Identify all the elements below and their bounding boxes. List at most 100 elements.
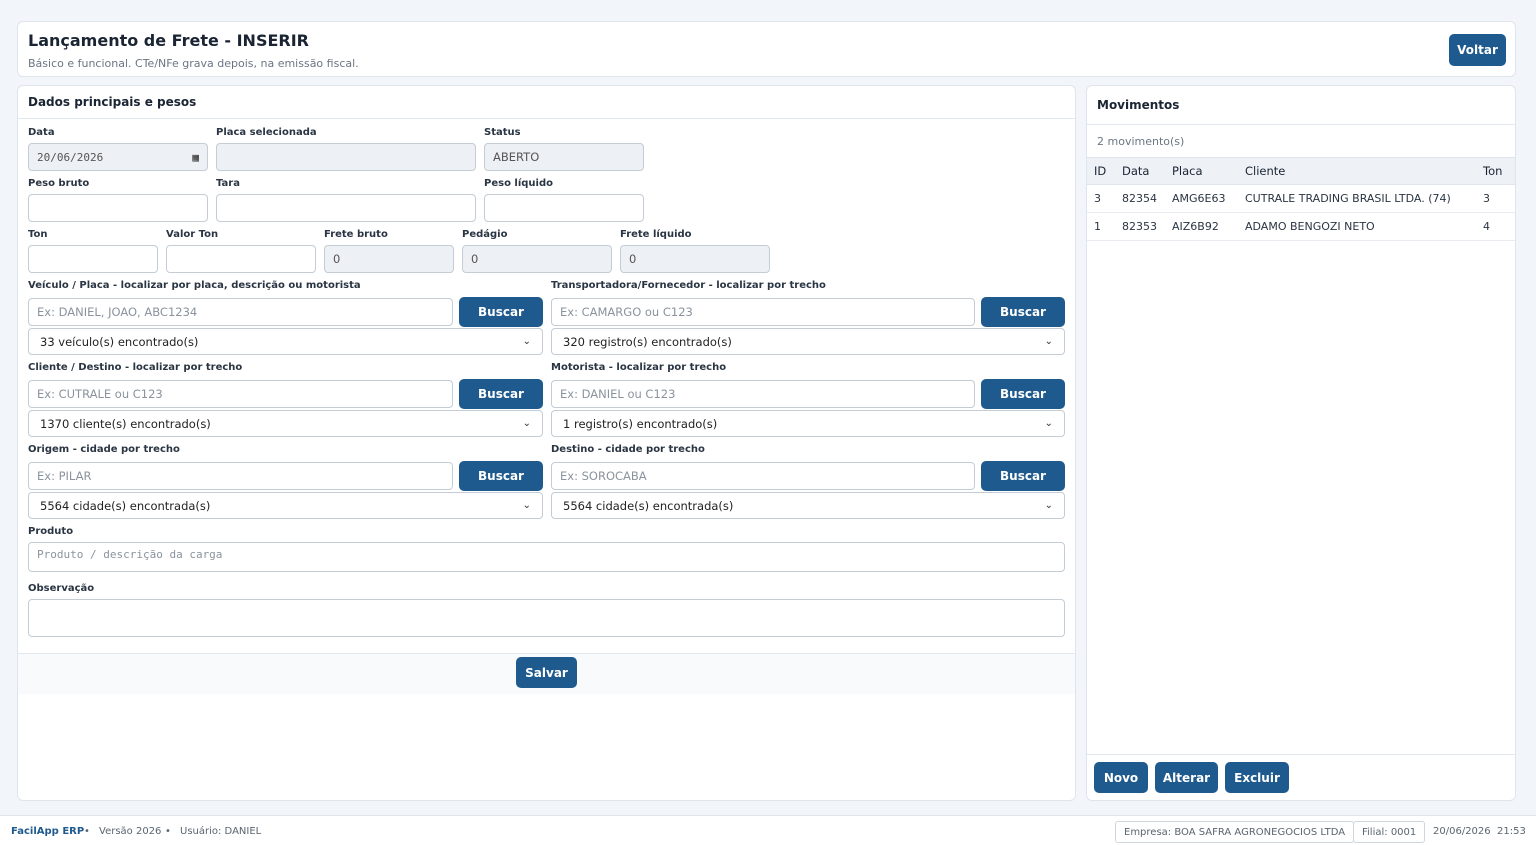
cell-ton: 4 <box>1483 220 1490 233</box>
tara-label: Tara <box>216 178 240 189</box>
page-title: Lançamento de Frete - INSERIR <box>28 31 309 50</box>
column-header-placa[interactable]: Placa <box>1172 158 1203 184</box>
valor-ton-label: Valor Ton <box>166 229 219 240</box>
calendar-icon[interactable]: ▦ <box>192 151 199 164</box>
chevron-down-icon: ⌄ <box>1044 336 1053 347</box>
cliente-select-value: 1370 cliente(s) encontrado(s) <box>40 416 211 431</box>
cliente-label: Cliente / Destino - localizar por trecho <box>28 362 243 373</box>
cell-ton: 3 <box>1483 192 1490 205</box>
motorista-select[interactable]: 1 registro(s) encontrado(s) ⌄ <box>551 410 1065 437</box>
produto-field[interactable]: Produto / descrição da carga <box>28 542 1065 572</box>
divider <box>1087 754 1515 755</box>
placa-selecionada-field[interactable] <box>216 143 476 171</box>
destino-select-value: 5564 cidade(s) encontrada(s) <box>563 498 734 513</box>
observacao-label: Observação <box>28 583 95 594</box>
filial-badge: Filial: 0001 <box>1353 821 1426 843</box>
frete-liquido-field[interactable]: 0 <box>620 245 770 273</box>
peso-bruto-field[interactable] <box>28 194 208 222</box>
pedagio-field[interactable]: 0 <box>462 245 612 273</box>
cell-id: 3 <box>1094 192 1101 205</box>
page-header: Lançamento de Frete - INSERIR Básico e f… <box>17 21 1516 77</box>
motorista-search-input[interactable]: Ex: DANIEL ou C123 <box>551 380 975 408</box>
page-subtitle: Básico e funcional. CTe/NFe grava depois… <box>28 57 359 70</box>
cell-id: 1 <box>1094 220 1101 233</box>
destino-search-button[interactable]: Buscar <box>981 461 1065 491</box>
veiculo-label: Veículo / Placa - localizar por placa, d… <box>28 280 361 291</box>
movimentos-count: 2 movimento(s) <box>1097 135 1185 148</box>
table-row[interactable]: 1 82353 AIZ6B92 ADAMO BENGOZI NETO 4 <box>1087 213 1515 241</box>
cliente-search-input[interactable]: Ex: CUTRALE ou C123 <box>28 380 453 408</box>
data-label: Data <box>28 127 55 138</box>
destino-search-input[interactable]: Ex: SOROCABA <box>551 462 975 490</box>
origem-search-button[interactable]: Buscar <box>459 461 543 491</box>
column-header-cliente[interactable]: Cliente <box>1245 158 1285 184</box>
section-title: Dados principais e pesos <box>28 95 197 109</box>
chevron-down-icon: ⌄ <box>1044 500 1053 511</box>
app-version: Versão 2026 <box>99 826 162 837</box>
chevron-down-icon: ⌄ <box>522 418 531 429</box>
status-bar: FacilApp ERP • Versão 2026 • Usuário: DA… <box>0 815 1536 845</box>
novo-button[interactable]: Novo <box>1094 762 1148 793</box>
cliente-select[interactable]: 1370 cliente(s) encontrado(s) ⌄ <box>28 410 543 437</box>
status-label: Status <box>484 127 521 138</box>
column-header-id[interactable]: ID <box>1094 158 1106 184</box>
transportadora-search-button[interactable]: Buscar <box>981 297 1065 327</box>
peso-liquido-field[interactable] <box>484 194 644 222</box>
transportadora-select-value: 320 registro(s) encontrado(s) <box>563 334 732 349</box>
separator-dot: • <box>84 826 90 837</box>
motorista-select-value: 1 registro(s) encontrado(s) <box>563 416 718 431</box>
cell-cliente: ADAMO BENGOZI NETO <box>1245 220 1375 233</box>
peso-bruto-label: Peso bruto <box>28 178 90 189</box>
origem-search-input[interactable]: Ex: PILAR <box>28 462 453 490</box>
divider <box>18 118 1075 119</box>
transportadora-select[interactable]: 320 registro(s) encontrado(s) ⌄ <box>551 328 1065 355</box>
form-panel: Dados principais e pesos Data 20/06/2026… <box>17 85 1076 801</box>
frete-bruto-field[interactable]: 0 <box>324 245 454 273</box>
empresa-badge: Empresa: BOA SAFRA AGRONEGOCIOS LTDA <box>1115 821 1355 843</box>
transportadora-search-input[interactable]: Ex: CAMARGO ou C123 <box>551 298 975 326</box>
excluir-button[interactable]: Excluir <box>1225 762 1289 793</box>
origem-select-value: 5564 cidade(s) encontrada(s) <box>40 498 211 513</box>
motorista-search-button[interactable]: Buscar <box>981 379 1065 409</box>
status-time: 21:53 <box>1497 826 1526 837</box>
frete-bruto-label: Frete bruto <box>324 229 388 240</box>
cell-placa: AIZ6B92 <box>1172 220 1219 233</box>
tara-field[interactable] <box>216 194 476 222</box>
cliente-search-button[interactable]: Buscar <box>459 379 543 409</box>
back-button[interactable]: Voltar <box>1449 34 1506 66</box>
transportadora-label: Transportadora/Fornecedor - localizar po… <box>551 280 826 291</box>
pedagio-label: Pedágio <box>462 229 508 240</box>
origem-select[interactable]: 5564 cidade(s) encontrada(s) ⌄ <box>28 492 543 519</box>
cell-data: 82353 <box>1122 220 1157 233</box>
save-button[interactable]: Salvar <box>516 657 577 688</box>
chevron-down-icon: ⌄ <box>522 336 531 347</box>
chevron-down-icon: ⌄ <box>1044 418 1053 429</box>
data-field[interactable]: 20/06/2026 ▦ <box>28 143 208 171</box>
movimentos-title: Movimentos <box>1097 98 1180 112</box>
table-header: ID Data Placa Cliente Ton <box>1087 157 1515 185</box>
ton-label: Ton <box>28 229 48 240</box>
ton-field[interactable] <box>28 245 158 273</box>
cell-placa: AMG6E63 <box>1172 192 1226 205</box>
column-header-ton[interactable]: Ton <box>1483 158 1502 184</box>
column-header-data[interactable]: Data <box>1122 158 1149 184</box>
produto-label: Produto <box>28 526 74 537</box>
status-field[interactable]: ABERTO <box>484 143 644 171</box>
app-name: FacilApp ERP <box>11 826 85 837</box>
valor-ton-field[interactable] <box>166 245 316 273</box>
divider <box>1087 124 1515 125</box>
veiculo-search-button[interactable]: Buscar <box>459 297 543 327</box>
table-row[interactable]: 3 82354 AMG6E63 CUTRALE TRADING BRASIL L… <box>1087 185 1515 213</box>
veiculo-search-input[interactable]: Ex: DANIEL, JOAO, ABC1234 <box>28 298 453 326</box>
separator-dot: • <box>165 826 171 837</box>
status-date: 20/06/2026 <box>1433 826 1491 837</box>
motorista-label: Motorista - localizar por trecho <box>551 362 727 373</box>
destino-label: Destino - cidade por trecho <box>551 444 705 455</box>
alterar-button[interactable]: Alterar <box>1155 762 1218 793</box>
veiculo-select[interactable]: 33 veículo(s) encontrado(s) ⌄ <box>28 328 543 355</box>
origem-label: Origem - cidade por trecho <box>28 444 180 455</box>
frete-liquido-label: Frete líquido <box>620 229 692 240</box>
destino-select[interactable]: 5564 cidade(s) encontrada(s) ⌄ <box>551 492 1065 519</box>
chevron-down-icon: ⌄ <box>522 500 531 511</box>
observacao-field[interactable] <box>28 599 1065 637</box>
